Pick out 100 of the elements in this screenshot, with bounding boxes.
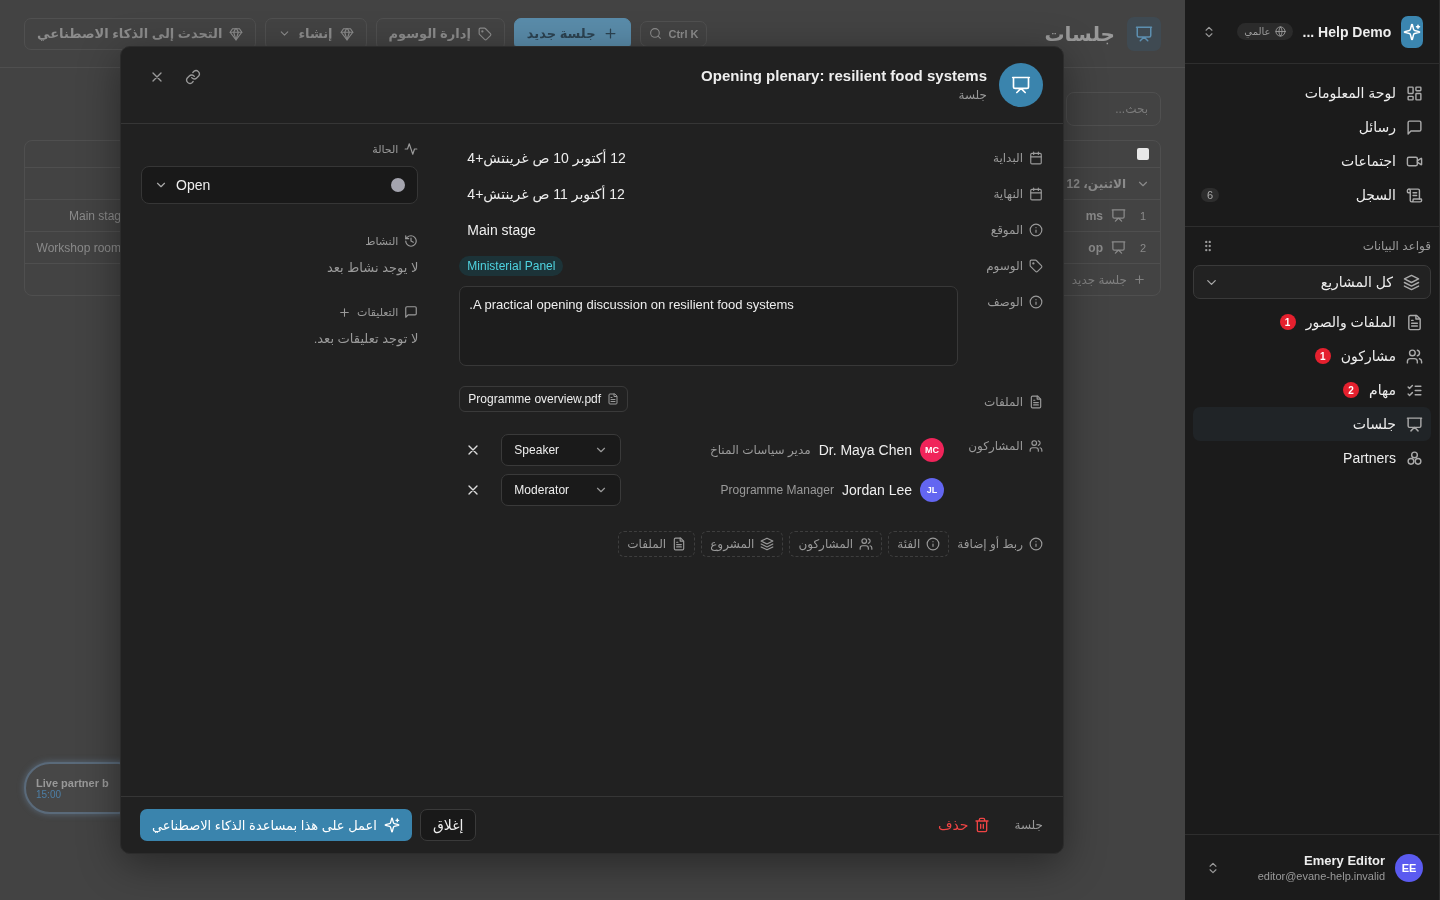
people-icon	[1406, 347, 1423, 365]
speech-bubble-icon	[404, 305, 419, 319]
delete-button[interactable]: حذف	[937, 817, 991, 833]
participant-name: Jordan Lee	[841, 482, 912, 498]
presentation-icon	[1111, 240, 1126, 255]
ai-assist-button[interactable]: اعمل على هذا بمساعدة الذكاء الاصطناعي	[140, 809, 412, 841]
field-label: الوصف	[987, 295, 1023, 309]
description-field[interactable]: .A practical opening discussion on resilient food systems	[459, 286, 958, 366]
project-filter[interactable]: كل المشاريع	[1193, 265, 1431, 299]
presentation-icon	[1111, 208, 1126, 223]
page-title: جلسات	[1044, 21, 1115, 46]
info-icon	[926, 537, 941, 551]
select-all-checkbox[interactable]	[1137, 148, 1149, 160]
presentation-icon	[1135, 24, 1153, 43]
scroll-icon	[1406, 186, 1423, 204]
role-select[interactable]: Moderator	[501, 474, 622, 506]
file-chip[interactable]: Programme overview.pdf	[459, 386, 629, 412]
tag-icon	[1029, 259, 1043, 273]
plus-icon	[338, 305, 352, 319]
history-icon	[404, 234, 419, 248]
event-title: Live partner b	[36, 776, 110, 789]
link-icon	[185, 69, 201, 85]
field-label: الملفات	[984, 395, 1023, 409]
dialog-subtitle: جلسة	[957, 88, 987, 102]
status-label: الحالة	[372, 142, 399, 156]
field-label: البداية	[992, 151, 1023, 165]
circles-icon	[1406, 449, 1423, 467]
count-badge: 6	[1201, 188, 1220, 202]
tag-icon	[477, 26, 492, 41]
link-chip[interactable]: الملفات	[618, 531, 696, 557]
user-name: Emery Editor	[1303, 853, 1385, 868]
session-title: op	[1088, 240, 1103, 255]
search-icon	[648, 27, 662, 40]
gem-icon	[229, 26, 244, 41]
nav-item[interactable]: رسائل	[1201, 110, 1423, 144]
field-value[interactable]: Main stage	[459, 214, 536, 246]
empty-comments-text: لا توجد تعليقات بعد.	[313, 331, 419, 346]
link-chip[interactable]: المشاركون	[789, 531, 883, 557]
participant-title: مدير سياسات المناخ	[709, 443, 811, 457]
nav-item[interactable]: لوحة المعلومات	[1201, 76, 1423, 110]
participant-avatar: JL	[920, 478, 944, 502]
nav-item[interactable]: اجتماعات	[1201, 144, 1423, 178]
empty-activity-text: لا يوجد نشاط بعد	[327, 260, 419, 275]
sparkle-icon	[1403, 22, 1422, 41]
link-chip[interactable]: الفئة	[888, 531, 950, 557]
row-number: 2	[1138, 241, 1148, 254]
gem-icon	[339, 26, 354, 41]
link-label: ربط أو إضافة	[957, 537, 1023, 551]
document-icon	[1406, 313, 1423, 331]
globe-icon	[1274, 26, 1286, 37]
row-number: 1	[1138, 209, 1148, 222]
alert-badge: 1	[1314, 348, 1331, 364]
workspace-name: Help Demo ...	[1302, 23, 1392, 40]
people-icon	[859, 537, 874, 551]
speech-bubble-icon	[1406, 118, 1423, 136]
calendar-icon	[1029, 187, 1043, 201]
info-icon	[1029, 537, 1043, 551]
calendar-icon	[1029, 151, 1043, 165]
dialog-title: Opening plenary: resilient food systems	[701, 67, 987, 84]
pulse-icon	[404, 142, 419, 156]
scope-label: عالمي	[1244, 26, 1271, 37]
database-item[interactable]: Partners	[1193, 441, 1431, 475]
field-label: الوسوم	[986, 259, 1023, 273]
presentation-icon	[1011, 75, 1031, 95]
add-comment-button[interactable]	[338, 305, 352, 319]
field-value[interactable]: 12 أكتوبر 11 ص غرينتش+4	[459, 178, 625, 210]
document-icon	[672, 537, 687, 551]
layers-icon	[760, 537, 775, 551]
section-label: قواعد البيانات	[1362, 239, 1431, 253]
grid-icon	[1406, 84, 1423, 102]
app-logo[interactable]	[1401, 15, 1423, 48]
alert-badge: 2	[1343, 382, 1360, 398]
presentation-icon	[1406, 415, 1423, 433]
status-select[interactable]: Open	[141, 166, 419, 204]
document-icon	[1029, 395, 1043, 409]
sparkle-icon	[383, 817, 400, 833]
participant-avatar: MC	[920, 438, 944, 462]
info-icon	[1029, 223, 1043, 237]
status-dot-icon	[391, 178, 406, 192]
group-heading: الاثنين، 12	[1066, 176, 1126, 191]
database-item[interactable]: جلسات	[1193, 407, 1431, 441]
link-chip[interactable]: المشروع	[701, 531, 784, 557]
participant-title: Programme Manager	[720, 483, 834, 497]
document-icon	[607, 393, 620, 405]
plus-icon	[602, 26, 618, 41]
role-select[interactable]: Speaker	[501, 434, 622, 466]
event-time: 15:00	[36, 788, 62, 800]
activity-label: النشاط	[365, 234, 399, 248]
tag-chip[interactable]: Ministerial Panel	[459, 256, 564, 276]
plus-icon	[1133, 273, 1146, 286]
alert-badge: 1	[1279, 314, 1296, 330]
close-dialog-button[interactable]: إغلاق	[419, 809, 477, 841]
comments-label: التعليقات	[357, 305, 399, 319]
session-title: ms	[1085, 208, 1103, 223]
participant-name: Dr. Maya Chen	[818, 442, 912, 458]
info-icon	[1029, 295, 1043, 309]
field-value[interactable]: 12 أكتوبر 10 ص غرينتش+4	[459, 142, 626, 174]
field-label: المشاركون	[968, 439, 1023, 453]
people-icon	[1029, 439, 1043, 453]
user-email: editor@evane-help.invalid	[1257, 870, 1385, 882]
